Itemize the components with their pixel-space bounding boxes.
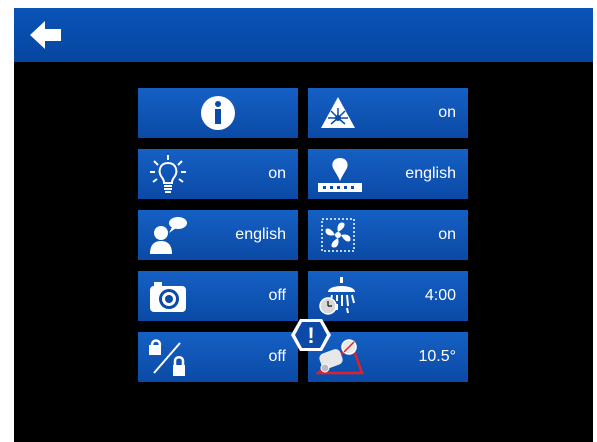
tile-voice-language-value: english — [235, 226, 286, 243]
back-arrow-icon[interactable] — [28, 18, 64, 52]
tile-info[interactable] — [138, 88, 298, 138]
device-screen: on on english english on off 4:00 off 10… — [14, 8, 593, 442]
alert-symbol: ! — [307, 323, 314, 348]
top-bar — [14, 8, 593, 62]
voice-language-icon — [150, 217, 187, 254]
tile-display-language-value: english — [405, 165, 456, 182]
tile-camera[interactable]: off — [138, 271, 298, 321]
camera-icon — [150, 282, 186, 312]
tile-camera-value: off — [268, 287, 287, 304]
tile-light[interactable]: on — [138, 149, 298, 199]
tile-display-language[interactable]: english — [308, 149, 468, 199]
shower-timer-icon — [319, 277, 355, 315]
tile-fan-value: on — [438, 226, 456, 243]
tile-light-value: on — [268, 165, 286, 182]
tile-shower-timer[interactable]: 4:00 — [308, 271, 468, 321]
tile-lock-value: off — [268, 348, 287, 365]
tile-laser-value: on — [438, 104, 456, 121]
tile-fan[interactable]: on — [308, 210, 468, 260]
lock-unlock-icon — [149, 339, 185, 376]
laser-warning-icon — [321, 97, 355, 128]
tile-laser[interactable]: on — [308, 88, 468, 138]
tile-lock[interactable]: off — [138, 332, 298, 382]
tile-shower-timer-value: 4:00 — [424, 287, 456, 304]
light-bulb-icon — [150, 155, 186, 193]
warning-alert-icon[interactable]: ! — [290, 317, 332, 353]
tile-vehicle-tilt[interactable]: 10.5° — [308, 332, 468, 382]
info-icon — [201, 96, 235, 130]
fan-icon — [321, 218, 355, 252]
tile-voice-language[interactable]: english — [138, 210, 298, 260]
display-language-icon — [318, 158, 362, 192]
tile-vehicle-tilt-value: 10.5° — [418, 348, 456, 365]
